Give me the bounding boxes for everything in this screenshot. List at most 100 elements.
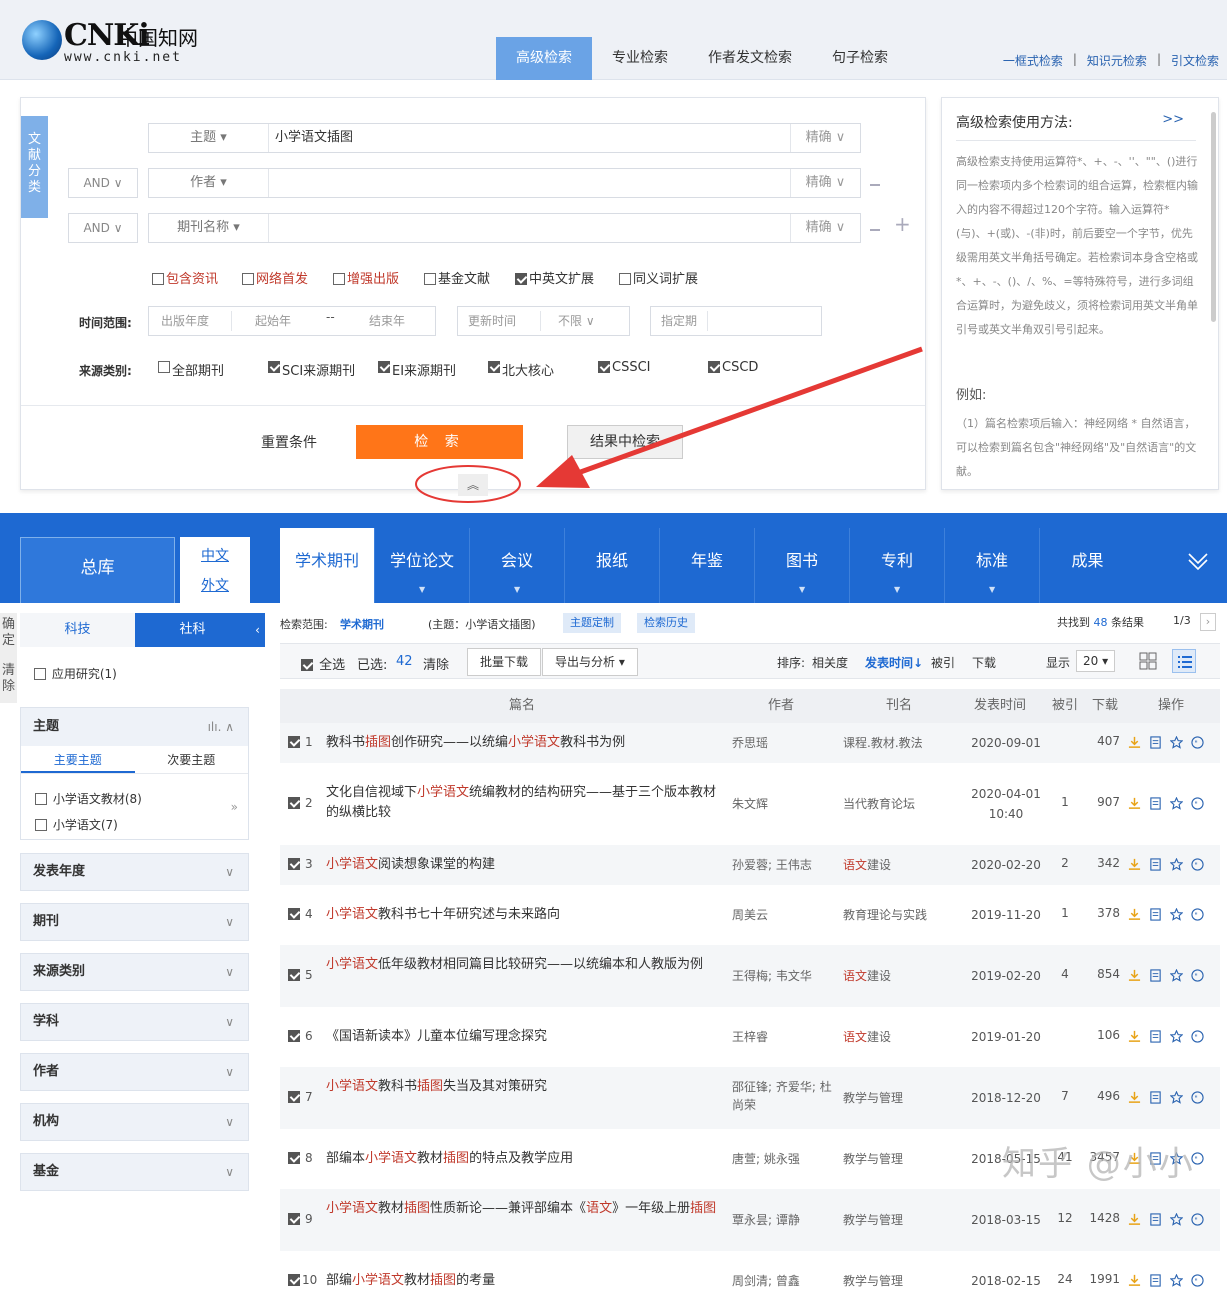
topic-item[interactable]: 小学语文(7) (35, 816, 118, 833)
read-online-icon[interactable] (1149, 969, 1162, 982)
read-online-icon[interactable] (1149, 1213, 1162, 1226)
filter-subject[interactable]: 学科 ∨ (20, 1003, 249, 1041)
chinese-link[interactable]: 中文 (180, 541, 250, 571)
source-pku-core[interactable]: 北大核心 (488, 360, 554, 379)
cite-quote-icon[interactable]: " (1191, 1030, 1204, 1043)
download-icon[interactable] (1128, 1213, 1141, 1226)
favorite-star-icon[interactable] (1170, 1213, 1183, 1226)
download-icon[interactable] (1128, 1030, 1141, 1043)
article-title-link[interactable]: 小学语文低年级教材相同篇目比较研究——以统编本和人教版为例 (326, 955, 726, 975)
favorite-star-icon[interactable] (1170, 736, 1183, 749)
journal-link[interactable]: 当代教育论坛 (843, 795, 915, 812)
citation-count[interactable]: 4 (1055, 967, 1075, 981)
batch-download-button[interactable]: 批量下载 (467, 648, 542, 676)
option-cn-en-expand[interactable]: 中英文扩展 (515, 268, 594, 287)
author-link[interactable]: 乔思瑶 (732, 734, 832, 752)
topic-item[interactable]: 小学语文教材(8) (35, 790, 142, 807)
download-count[interactable]: 106 (1086, 1028, 1120, 1042)
article-title-link[interactable]: 文化自信视域下小学语文统编教材的结构研究——基于三个版本教材的纵横比较 (326, 783, 726, 823)
download-count[interactable]: 854 (1086, 967, 1120, 981)
author-link[interactable]: 邵征锋; 齐爱华; 杜尚荣 (732, 1078, 832, 1114)
source-all[interactable]: 全部期刊 (158, 360, 224, 379)
read-online-icon[interactable] (1149, 736, 1162, 749)
confirm-button[interactable]: 确定 (2, 617, 16, 649)
author-link[interactable]: 周剑清; 曾鑫 (732, 1272, 832, 1290)
citation-count[interactable]: 1 (1055, 906, 1075, 920)
cite-quote-icon[interactable]: " (1191, 1213, 1204, 1226)
citation-count[interactable]: 2 (1055, 856, 1075, 870)
option-enhanced-pub[interactable]: 增强出版 (333, 268, 399, 287)
remove-row-icon[interactable] (870, 184, 880, 186)
download-icon[interactable] (1128, 1091, 1141, 1104)
tab-patents[interactable]: 专利 ▼ (850, 528, 945, 603)
row-checkbox[interactable] (288, 1212, 302, 1227)
filter-source[interactable]: 来源类别 ∨ (20, 953, 249, 991)
source-ei[interactable]: EI来源期刊 (378, 360, 456, 379)
read-online-icon[interactable] (1149, 1030, 1162, 1043)
tab-books[interactable]: 图书 ▼ (755, 528, 850, 603)
cite-quote-icon[interactable]: " (1191, 1274, 1204, 1287)
tab-professional-search[interactable]: 专业检索 (592, 37, 688, 80)
tab-author-search[interactable]: 作者发文检索 (688, 37, 812, 80)
link-knowledge-search[interactable]: 知识元检索 (1087, 52, 1147, 69)
article-title-link[interactable]: 部编小学语文教材插图的考量 (326, 1271, 726, 1291)
filter-year[interactable]: 发表年度 ∨ (20, 853, 249, 891)
tab-conferences[interactable]: 会议 ▼ (470, 528, 565, 603)
favorite-star-icon[interactable] (1170, 797, 1183, 810)
citation-count[interactable]: 12 (1055, 1211, 1075, 1225)
author-link[interactable]: 覃永昙; 谭静 (732, 1211, 832, 1229)
field-select-3[interactable]: 期刊名称 ▾ (149, 214, 269, 242)
collapse-icon[interactable]: ︽ (458, 474, 488, 496)
cite-quote-icon[interactable]: " (1191, 908, 1204, 921)
precision-select-2[interactable]: 精确 ∨ (790, 169, 860, 197)
download-icon[interactable] (1128, 858, 1141, 871)
add-row-icon[interactable]: + (894, 212, 911, 236)
option-fund[interactable]: 基金文献 (424, 268, 490, 287)
author-link[interactable]: 孙爱蓉; 王伟志 (732, 856, 832, 874)
cnki-logo[interactable]: CNKi 中国知网 www.cnki.net (22, 18, 212, 66)
help-more-link[interactable]: >> (1162, 112, 1184, 127)
update-time-box[interactable]: 更新时间 不限 ∨ (457, 306, 630, 336)
tab-sub-topic[interactable]: 次要主题 (135, 746, 249, 773)
tab-main-topic[interactable]: 主要主题 (21, 746, 135, 773)
filter-author[interactable]: 作者 ∨ (20, 1053, 249, 1091)
cite-quote-icon[interactable]: " (1191, 969, 1204, 982)
filter-institution[interactable]: 机构 ∨ (20, 1103, 249, 1141)
grid-view-icon[interactable] (1138, 651, 1158, 671)
row-checkbox[interactable] (288, 735, 302, 750)
tab-social-science[interactable]: 社科 (135, 613, 250, 647)
read-online-icon[interactable] (1149, 858, 1162, 871)
clear-button[interactable]: 清除 (2, 663, 16, 695)
chevron-down-icon[interactable] (1187, 553, 1209, 575)
tab-sentence-search[interactable]: 句子检索 (812, 37, 908, 80)
row-checkbox[interactable] (288, 907, 302, 922)
update-time-select[interactable]: 不限 ∨ (558, 307, 595, 335)
precision-select-1[interactable]: 精确 ∨ (790, 124, 860, 152)
end-year-input[interactable]: 结束年 (369, 307, 405, 335)
journal-link[interactable]: 教学与管理 (843, 1272, 903, 1289)
favorite-star-icon[interactable] (1170, 858, 1183, 871)
source-cssci[interactable]: CSSCI (598, 360, 651, 375)
search-history-button[interactable]: 检索历史 (637, 613, 695, 633)
download-icon[interactable] (1128, 797, 1141, 810)
favorite-star-icon[interactable] (1170, 1274, 1183, 1287)
start-year-input[interactable]: 起始年 (255, 307, 291, 335)
cite-quote-icon[interactable]: " (1191, 858, 1204, 871)
export-analysis-button[interactable]: 导出与分析 ▾ (542, 648, 638, 676)
reset-button[interactable]: 重置条件 (261, 432, 317, 452)
cite-quote-icon[interactable]: " (1191, 1091, 1204, 1104)
author-link[interactable]: 王得梅; 韦文华 (732, 967, 832, 985)
journal-link[interactable]: 教学与管理 (843, 1150, 903, 1167)
download-count[interactable]: 342 (1086, 856, 1120, 870)
article-title-link[interactable]: 小学语文阅读想象课堂的构建 (326, 855, 726, 875)
tab-science[interactable]: 科技 (20, 613, 135, 647)
author-link[interactable]: 唐萱; 姚永强 (732, 1150, 832, 1168)
citation-count[interactable]: 7 (1055, 1089, 1075, 1103)
next-page-icon[interactable]: › (1200, 613, 1216, 631)
help-scrollbar[interactable] (1211, 112, 1216, 322)
download-icon[interactable] (1128, 1274, 1141, 1287)
clear-selection-link[interactable]: 清除 (423, 654, 449, 673)
option-include-news[interactable]: 包含资讯 (152, 268, 218, 287)
specify-issue-box[interactable]: 指定期 (650, 306, 822, 336)
row-checkbox[interactable] (288, 1151, 302, 1166)
